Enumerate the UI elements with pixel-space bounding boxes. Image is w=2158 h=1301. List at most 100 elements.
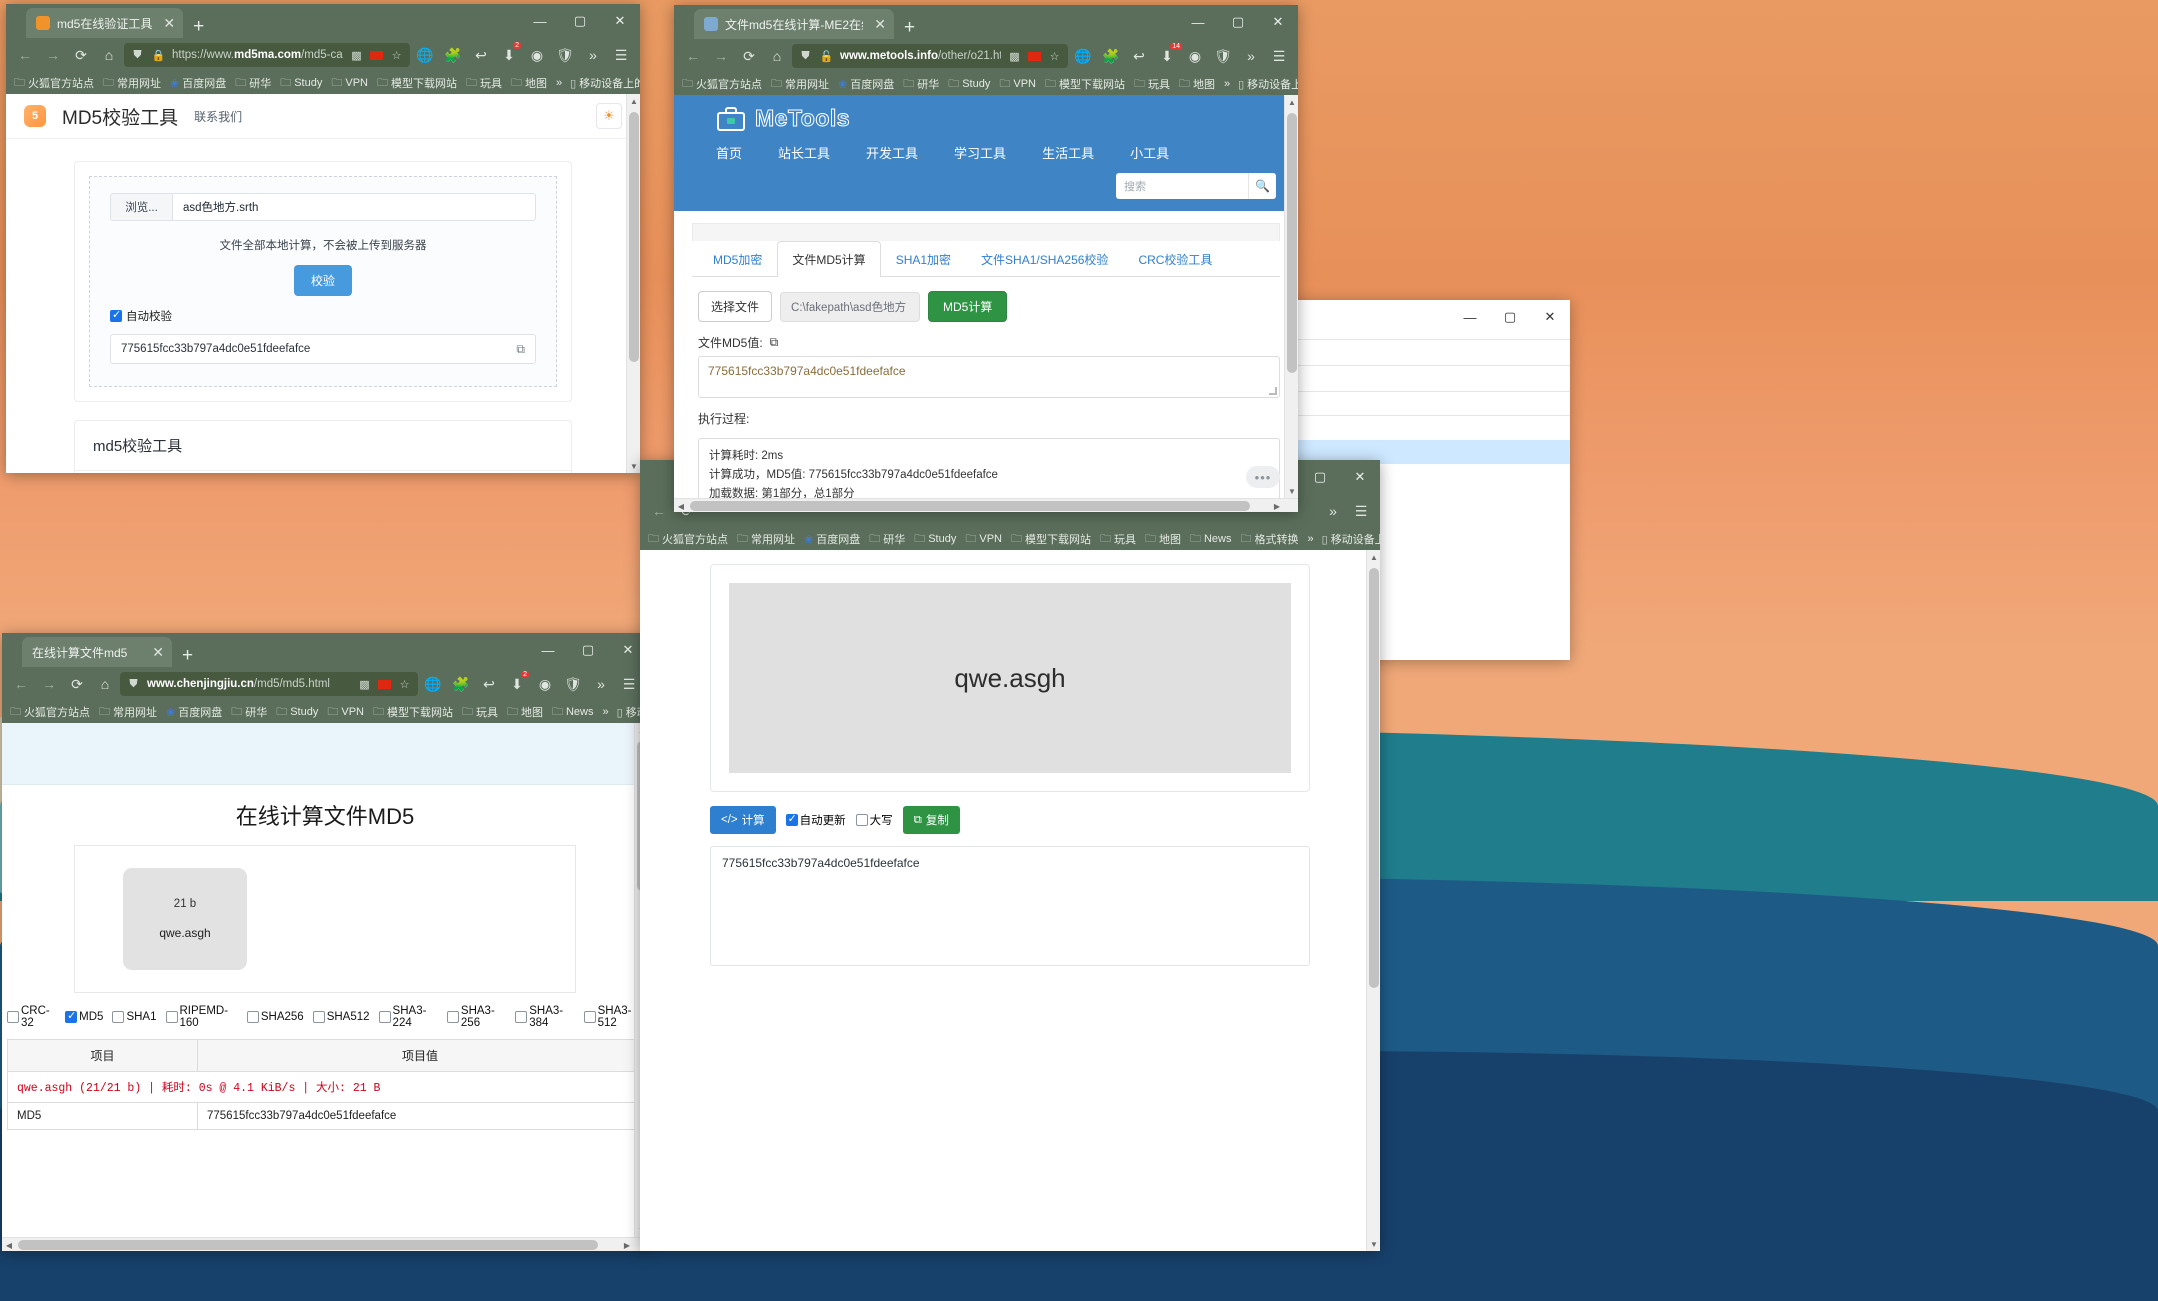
window-maximize-button[interactable]: ▢ xyxy=(1218,7,1258,37)
tab-sha1-encrypt[interactable]: SHA1加密 xyxy=(881,241,966,277)
md5-value-output[interactable]: 775615fcc33b797a4dc0e51fdeefafce xyxy=(698,356,1280,398)
bookmark-item[interactable]: 🗀VPN xyxy=(999,75,1036,94)
bookmark-item[interactable]: 🗀模型下载网站 xyxy=(1011,530,1091,549)
shield-green-icon[interactable]: 🛡 xyxy=(560,672,586,696)
shield-icon[interactable]: ⛊ xyxy=(130,48,145,63)
undo-icon[interactable]: ↩ xyxy=(1126,44,1152,68)
auto-verify-checkbox[interactable] xyxy=(110,310,122,322)
window-close-button[interactable]: ✕ xyxy=(1258,7,1298,37)
menu-icon[interactable]: ☰ xyxy=(608,43,634,67)
bookmark-item[interactable]: 🗀News xyxy=(1190,530,1232,549)
scroll-right-arrow-icon[interactable]: ▶ xyxy=(1270,499,1284,512)
vertical-scrollbar[interactable]: ▲ ▼ xyxy=(1366,550,1380,1251)
window-maximize-button[interactable]: ▢ xyxy=(560,6,600,36)
tab-close-icon[interactable]: ✕ xyxy=(874,17,886,31)
algo-checkbox[interactable] xyxy=(247,1011,259,1023)
puzzle-icon[interactable]: 🧩 xyxy=(1098,44,1124,68)
browser-tab[interactable]: md5在线验证工具 ✕ xyxy=(26,8,183,38)
algo-md5[interactable]: MD5 xyxy=(65,1011,103,1023)
qr-icon[interactable]: ▩ xyxy=(357,677,372,692)
new-tab-button[interactable]: + xyxy=(183,17,214,38)
bookmarks-overflow-button[interactable]: » xyxy=(603,706,609,718)
menu-icon[interactable]: ☰ xyxy=(1348,499,1374,523)
bookmark-item[interactable]: 🗀玩具 xyxy=(1100,530,1136,549)
qr-icon[interactable]: ▩ xyxy=(1007,49,1022,64)
bookmark-item[interactable]: 🗀火狐官方站点 xyxy=(682,75,762,94)
overflow-icon[interactable]: » xyxy=(588,672,614,696)
algo-checkbox[interactable] xyxy=(584,1011,596,1023)
shield-icon[interactable]: ⛊ xyxy=(126,677,141,692)
bookmark-item[interactable]: 🗀VPN xyxy=(965,530,1002,549)
bookmark-item[interactable]: 🗀火狐官方站点 xyxy=(648,530,728,549)
bookmark-item[interactable]: 🗀常用网址 xyxy=(771,75,829,94)
bookmark-item[interactable]: 🗀格式转换 xyxy=(1241,530,1299,549)
file-input-row[interactable]: 浏览... asd色地方.srth xyxy=(110,193,536,221)
window-close-button[interactable]: ✕ xyxy=(1340,462,1380,492)
explorer-maximize-button[interactable]: ▢ xyxy=(1490,302,1530,332)
auto-update-toggle[interactable]: 自动更新 xyxy=(786,812,846,828)
star-icon[interactable]: ☆ xyxy=(389,48,404,63)
bookmark-item[interactable]: 🗀Study xyxy=(914,530,956,549)
calculate-button[interactable]: </> 计算 xyxy=(710,806,776,834)
algo-sha512[interactable]: SHA512 xyxy=(313,1011,370,1023)
scroll-thumb[interactable] xyxy=(1369,568,1379,988)
algo-sha3-256[interactable]: SHA3-256 xyxy=(447,1005,506,1029)
algo-checkbox[interactable] xyxy=(7,1011,19,1023)
shield-icon[interactable]: ⛊ xyxy=(798,49,813,64)
copy-button[interactable]: ⧉ 复制 xyxy=(903,806,960,834)
upload-dropzone[interactable]: 浏览... asd色地方.srth 文件全部本地计算，不会被上传到服务器 校验 … xyxy=(89,176,557,387)
bookmark-item[interactable]: ❀百度网盘 xyxy=(166,704,222,720)
back-icon[interactable]: ← xyxy=(8,672,34,696)
menu-item-life[interactable]: 生活工具 xyxy=(1042,143,1094,162)
algo-checkbox[interactable] xyxy=(166,1011,178,1023)
bookmark-item[interactable]: 🗀VPN xyxy=(327,703,364,722)
browser-window-chenjingjiu[interactable]: 在线计算文件md5 ✕ + — ▢ ✕ ← → ⟳ ⌂ ⛊ www.chenji… xyxy=(2,633,648,1251)
scroll-up-arrow-icon[interactable]: ▲ xyxy=(627,94,640,108)
bookmarks-overflow-button[interactable]: » xyxy=(1308,533,1314,545)
bookmark-item[interactable]: 🗀VPN xyxy=(331,74,368,93)
scroll-down-arrow-icon[interactable]: ▼ xyxy=(1285,484,1298,498)
home-icon[interactable]: ⌂ xyxy=(764,44,790,68)
menu-icon[interactable]: ☰ xyxy=(616,672,642,696)
search-input[interactable]: 搜索 xyxy=(1116,173,1248,199)
tab-close-icon[interactable]: ✕ xyxy=(163,16,175,30)
algo-sha1[interactable]: SHA1 xyxy=(112,1011,156,1023)
menu-item-study[interactable]: 学习工具 xyxy=(954,143,1006,162)
browser-window-metools[interactable]: 文件md5在线计算-ME2在线工 ✕ + — ▢ ✕ ← → ⟳ ⌂ ⛊ 🔓 w… xyxy=(674,5,1298,512)
tab-close-icon[interactable]: ✕ xyxy=(152,645,164,659)
scroll-thumb[interactable] xyxy=(629,112,639,362)
bookmark-item[interactable]: 🗀研华 xyxy=(231,703,267,722)
bookmark-item[interactable]: 🗀玩具 xyxy=(1134,75,1170,94)
browse-button[interactable]: 浏览... xyxy=(111,194,173,220)
globe-icon[interactable]: 🌐 xyxy=(412,43,438,67)
lock-crossed-icon[interactable]: 🔓 xyxy=(819,49,834,64)
scroll-thumb[interactable] xyxy=(18,1240,598,1250)
overflow-icon[interactable]: » xyxy=(1238,44,1264,68)
uppercase-checkbox[interactable] xyxy=(856,814,868,826)
star-icon[interactable]: ☆ xyxy=(1047,49,1062,64)
overflow-icon[interactable]: » xyxy=(580,43,606,67)
home-icon[interactable]: ⌂ xyxy=(96,43,122,67)
algo-sha3-384[interactable]: SHA3-384 xyxy=(515,1005,574,1029)
globe-icon[interactable]: 🌐 xyxy=(420,672,446,696)
pocket-icon[interactable]: ◉ xyxy=(532,672,558,696)
bookmark-item[interactable]: ❀百度网盘 xyxy=(804,531,860,547)
browser-window-md5ma[interactable]: md5在线验证工具 ✕ + — ▢ ✕ ← → ⟳ ⌂ ⛊ 🔒 https://… xyxy=(6,4,640,473)
window-minimize-button[interactable]: — xyxy=(520,6,560,36)
bookmark-item[interactable]: 🗀Study xyxy=(948,75,990,94)
auto-update-checkbox[interactable] xyxy=(786,814,798,826)
choose-file-button[interactable]: 选择文件 xyxy=(698,291,772,322)
globe-icon[interactable]: 🌐 xyxy=(1070,44,1096,68)
bookmark-item[interactable]: ❀百度网盘 xyxy=(838,76,894,92)
bookmark-item[interactable]: 🗀News xyxy=(552,703,594,722)
shield-green-icon[interactable]: 🛡 xyxy=(552,43,578,67)
scroll-down-arrow-icon[interactable]: ▼ xyxy=(627,459,640,473)
window-minimize-button[interactable]: — xyxy=(1178,7,1218,37)
uppercase-toggle[interactable]: 大写 xyxy=(856,812,893,828)
auto-verify-row[interactable]: 自动校验 xyxy=(110,308,536,324)
bookmark-item[interactable]: 🗀地图 xyxy=(1179,75,1215,94)
window-minimize-button[interactable]: — xyxy=(528,635,568,665)
scroll-thumb[interactable] xyxy=(690,501,1250,511)
vertical-scrollbar[interactable]: ▲ ▼ xyxy=(1284,95,1298,512)
algo-checkbox[interactable] xyxy=(313,1011,325,1023)
